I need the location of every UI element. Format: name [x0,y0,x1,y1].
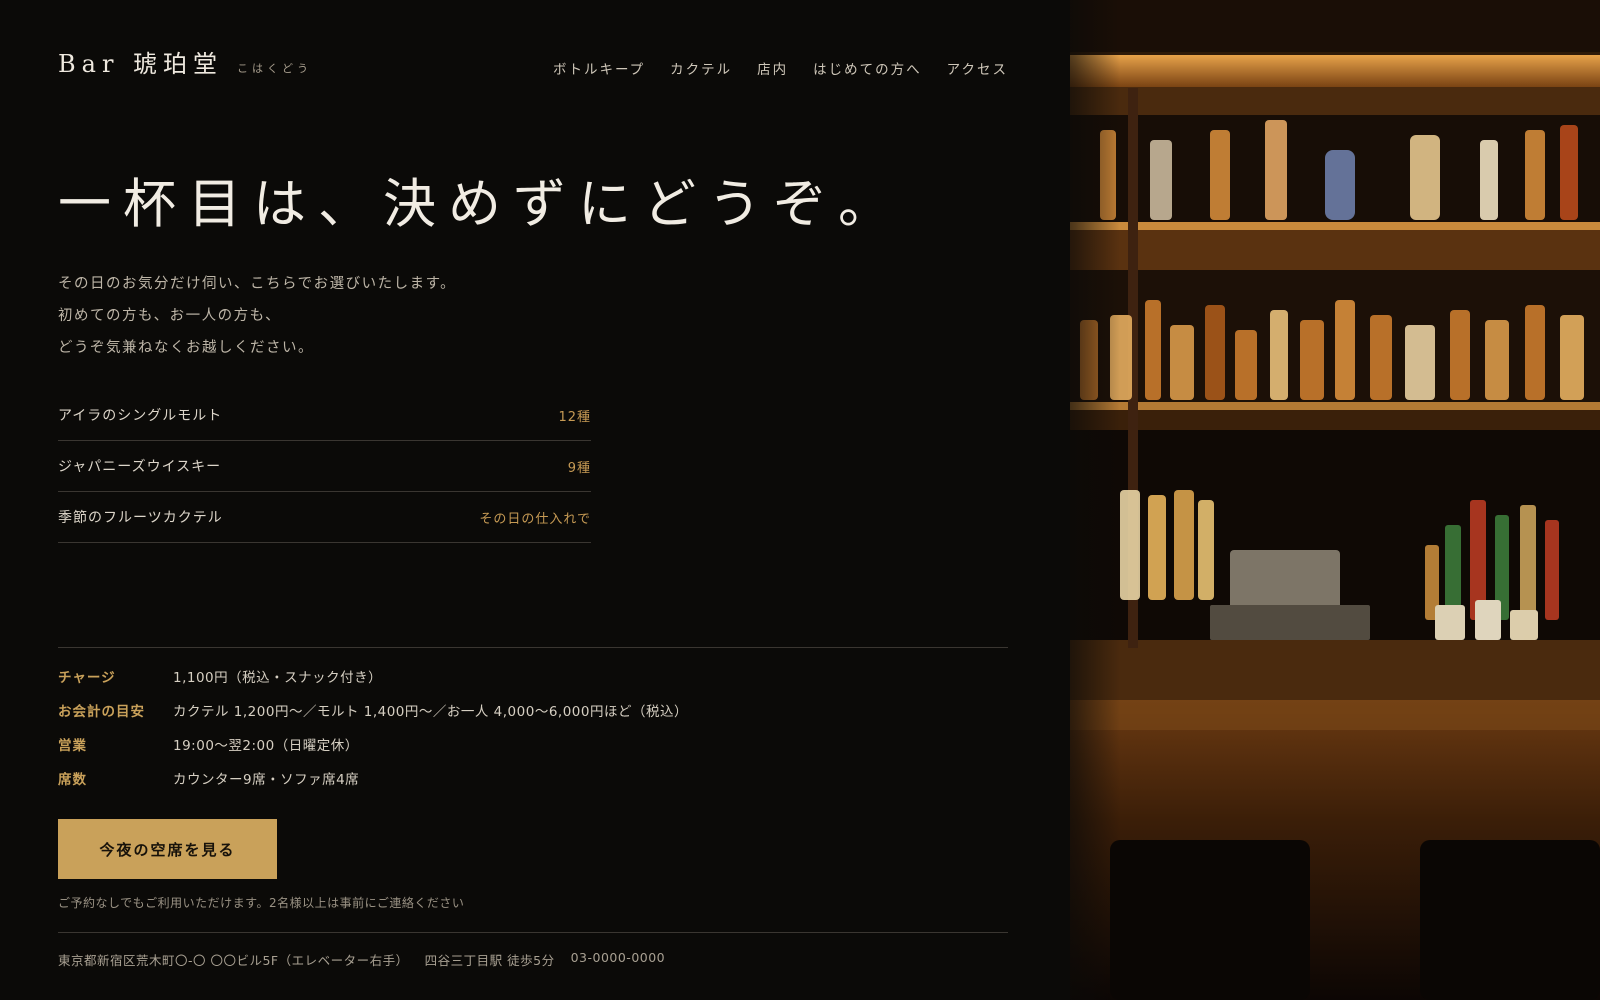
info-value: 19:00〜翌2:00（日曜定休） [173,738,359,754]
nav-bottle-keep[interactable]: ボトルキープ [553,58,645,78]
feature-item: アイラのシングルモルト 12種 [58,390,591,441]
feature-label: ジャパニーズウイスキー [58,459,222,475]
nav-first-visit[interactable]: はじめての方へ [813,58,922,78]
feature-list: アイラのシングルモルト 12種 ジャパニーズウイスキー 9種 季節のフルーツカク… [58,390,591,543]
reservation-note: ご予約なしでもご利用いただけます。2名様以上は事前にご連絡ください [58,896,465,910]
bar-shelf-photo [1070,0,1600,1000]
feature-item: 季節のフルーツカクテル その日の仕入れで [58,492,591,543]
nav-interior[interactable]: 店内 [757,58,788,78]
info-key: 営業 [58,738,87,754]
info-divider [58,647,1008,648]
feature-value: 9種 [567,460,591,476]
info-key: お会計の目安 [58,704,145,720]
nav-access[interactable]: アクセス [947,58,1008,78]
hero-intro: その日のお気分だけ伺い、こちらでお選びいたします。 初めての方も、お一人の方も、… [58,268,456,364]
footer-divider [58,932,1008,933]
footer-info: 東京都新宿区荒木町〇-〇 〇〇ビル5F（エレベーター右手） 四谷三丁目駅 徒歩5… [58,950,665,969]
feature-item: ジャパニーズウイスキー 9種 [58,441,591,492]
feature-value: その日の仕入れで [479,511,591,527]
info-row: 席数 カウンター9席・ソファ席4席 [58,768,688,802]
info-row: お会計の目安 カクテル 1,200円〜／モルト 1,400円〜／お一人 4,00… [58,700,688,734]
intro-line: その日のお気分だけ伺い、こちらでお選びいたします。 [58,276,457,292]
info-key: チャージ [58,670,116,686]
footer-station: 四谷三丁目駅 徒歩5分 [424,953,555,968]
info-table: チャージ 1,100円（税込・スナック付き） お会計の目安 カクテル 1,200… [58,666,688,802]
info-value: 1,100円（税込・スナック付き） [173,670,383,686]
feature-label: 季節のフルーツカクテル [58,510,223,526]
info-value: カウンター9席・ソファ席4席 [173,772,360,788]
brand-kana: こはくどう [237,62,313,75]
bar-shelf-illustration [1070,0,1600,1000]
brand-name: Bar 琥珀堂 [58,50,224,78]
footer-phone[interactable]: 03-0000-0000 [571,950,666,969]
nav-cocktail[interactable]: カクテル [670,58,732,78]
info-value: カクテル 1,200円〜／モルト 1,400円〜／お一人 4,000〜6,000… [173,704,688,720]
feature-label: アイラのシングルモルト [58,408,223,424]
main-content: Bar 琥珀堂 こはくどう ボトルキープ カクテル 店内 はじめての方へ アクセ… [0,0,1070,1000]
hero-title: 一杯目は、決めずにどうぞ。 [58,174,903,235]
feature-value: 12種 [558,409,591,425]
info-key: 席数 [58,772,87,788]
main-nav: ボトルキープ カクテル 店内 はじめての方へ アクセス [553,58,1008,78]
footer-address: 東京都新宿区荒木町〇-〇 〇〇ビル5F（エレベーター右手） [58,953,409,968]
view-seats-button[interactable]: 今夜の空席を見る [58,819,277,879]
brand-logo[interactable]: Bar 琥珀堂 こはくどう [58,44,312,79]
intro-line: 初めての方も、お一人の方も、 [58,308,282,324]
info-row: 営業 19:00〜翌2:00（日曜定休） [58,734,688,768]
info-row: チャージ 1,100円（税込・スナック付き） [58,666,688,700]
intro-line: どうぞ気兼ねなくお越しください。 [58,340,314,356]
